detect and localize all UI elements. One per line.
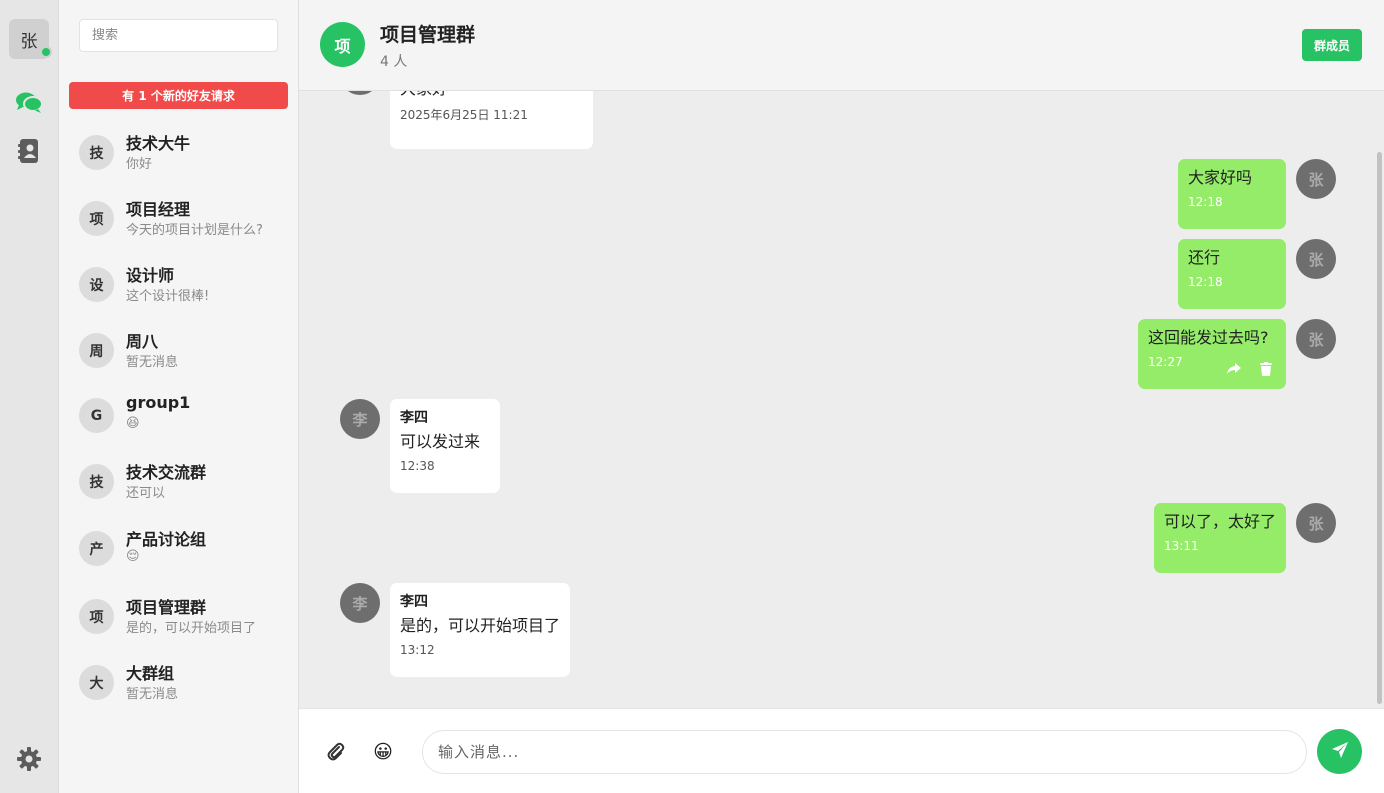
conversation-item[interactable]: G group1 😆 [59, 385, 299, 445]
friend-request-banner[interactable]: 有 1 个新的好友请求 [69, 82, 288, 109]
trash-icon[interactable] [1258, 361, 1274, 377]
conversation-preview: 暂无消息 [126, 355, 179, 370]
conversation-name: 设计师 [126, 266, 175, 285]
share-icon[interactable] [1226, 361, 1242, 377]
message-time: 12:38 [400, 459, 435, 473]
message-avatar: 李 [340, 583, 380, 623]
conversation-name: 技术大牛 [126, 134, 191, 153]
conversation-item[interactable]: 项 项目经理 今天的项目计划是什么? [59, 188, 299, 248]
message-time: 13:11 [1164, 539, 1199, 553]
message-avatar: 李 [340, 399, 380, 439]
message-bubble: 这回能发过去吗? 12:27 [1138, 319, 1286, 389]
group-avatar: 项 [320, 22, 365, 67]
conversation-item[interactable]: 大 大群组 暂无消息 [59, 652, 299, 712]
contacts-book-icon[interactable] [15, 137, 43, 165]
conversation-preview: 暂无消息 [126, 687, 179, 702]
emoji-icon[interactable]: 😀 [371, 740, 395, 764]
conversation-preview: 还可以 [126, 486, 166, 501]
conversation-item[interactable]: 设 设计师 这个设计很棒! [59, 254, 299, 314]
conversation-item[interactable]: 产 产品讨论组 😌 [59, 518, 299, 578]
chat-title: 项目管理群 [380, 24, 476, 46]
conversation-name: 大群组 [126, 664, 175, 683]
message-avatar: 张 [1296, 319, 1336, 359]
conversation-preview: 是的，可以开始项目了 [126, 621, 257, 636]
paperclip-icon[interactable] [326, 741, 346, 763]
conversation-item[interactable]: 项 项目管理群 是的，可以开始项目了 [59, 586, 299, 646]
chat-bubbles-icon[interactable] [15, 88, 43, 116]
send-button[interactable] [1317, 729, 1362, 774]
conversation-preview: 你好 [126, 157, 153, 172]
conversation-list-panel: 有 1 个新的好友请求 技 技术大牛 你好 项 项目经理 今天的项目计划是什么?… [59, 0, 299, 793]
conversation-avatar: 技 [79, 135, 114, 170]
message-avatar: 张 [1296, 503, 1336, 543]
message-bubble: 大家好 2025年6月25日 11:21 [390, 91, 593, 149]
conversation-avatar: 项 [79, 201, 114, 236]
message-list[interactable]: 大家好 2025年6月25日 11:21 张 大家好吗 12:18 张 还行 1… [299, 91, 1384, 708]
conversation-preview: 😆 [126, 416, 140, 431]
conversation-preview: 😌 [126, 549, 140, 564]
message-scrollbar[interactable] [1377, 152, 1382, 704]
conversation-item[interactable]: 技 技术交流群 还可以 [59, 451, 299, 511]
message-bubble: 还行 12:18 [1178, 239, 1286, 309]
message-sender: 李四 [400, 410, 428, 426]
conversation-avatar: 大 [79, 665, 114, 700]
conversation-avatar: 周 [79, 333, 114, 368]
conversation-avatar: 项 [79, 599, 114, 634]
conversation-name: 项目管理群 [126, 598, 207, 617]
online-status-dot [40, 46, 52, 58]
message-bubble: 李四 是的，可以开始项目了 13:12 [390, 583, 570, 677]
message-text: 可以了，太好了 [1164, 512, 1277, 531]
nav-rail: 张 [0, 0, 59, 793]
group-members-button[interactable]: 群成员 [1302, 29, 1362, 61]
paper-plane-icon [1331, 742, 1348, 761]
message-avatar [340, 91, 380, 95]
chat-header: 项 项目管理群 4 人 群成员 [299, 0, 1384, 91]
conversation-name: 周八 [126, 332, 159, 351]
conversation-item[interactable]: 周 周八 暂无消息 [59, 320, 299, 380]
message-time: 2025年6月25日 11:21 [400, 108, 528, 122]
conversation-avatar: 技 [79, 464, 114, 499]
conversation-name: group1 [126, 393, 191, 412]
conversation-name: 产品讨论组 [126, 530, 207, 549]
user-avatar[interactable]: 张 [9, 19, 52, 59]
user-avatar-text: 张 [20, 31, 38, 52]
message-avatar: 张 [1296, 159, 1336, 199]
conversation-avatar: 设 [79, 267, 114, 302]
message-time: 12:18 [1188, 195, 1223, 209]
member-count: 4 人 [380, 54, 408, 70]
message-time: 12:18 [1188, 275, 1223, 289]
message-avatar: 张 [1296, 239, 1336, 279]
conversation-preview: 今天的项目计划是什么? [126, 223, 263, 238]
message-text: 还行 [1188, 248, 1221, 267]
message-actions [1226, 361, 1274, 377]
message-text: 大家好 [400, 91, 583, 100]
chat-panel: 项 项目管理群 4 人 群成员 大家好 2025年6月25日 11:21 张 大… [299, 0, 1384, 793]
message-composer: 😀 [299, 708, 1384, 793]
gear-icon[interactable] [15, 745, 43, 773]
message-input[interactable] [422, 730, 1307, 774]
conversation-avatar: 产 [79, 531, 114, 566]
conversation-name: 项目经理 [126, 200, 191, 219]
search-input[interactable] [79, 19, 278, 52]
conversation-preview: 这个设计很棒! [126, 289, 210, 304]
message-time: 13:12 [400, 643, 435, 657]
message-sender: 李四 [400, 594, 428, 610]
message-text: 这回能发过去吗? [1148, 328, 1269, 347]
message-text: 可以发过来 [400, 432, 481, 451]
message-bubble: 大家好吗 12:18 [1178, 159, 1286, 229]
conversation-item[interactable]: 技 技术大牛 你好 [59, 122, 299, 182]
message-bubble: 可以了，太好了 13:11 [1154, 503, 1286, 573]
conversation-avatar: G [79, 398, 114, 433]
message-text: 大家好吗 [1188, 168, 1253, 187]
message-bubble: 李四 可以发过来 12:38 [390, 399, 500, 493]
conversation-name: 技术交流群 [126, 463, 207, 482]
message-text: 是的，可以开始项目了 [400, 616, 561, 635]
